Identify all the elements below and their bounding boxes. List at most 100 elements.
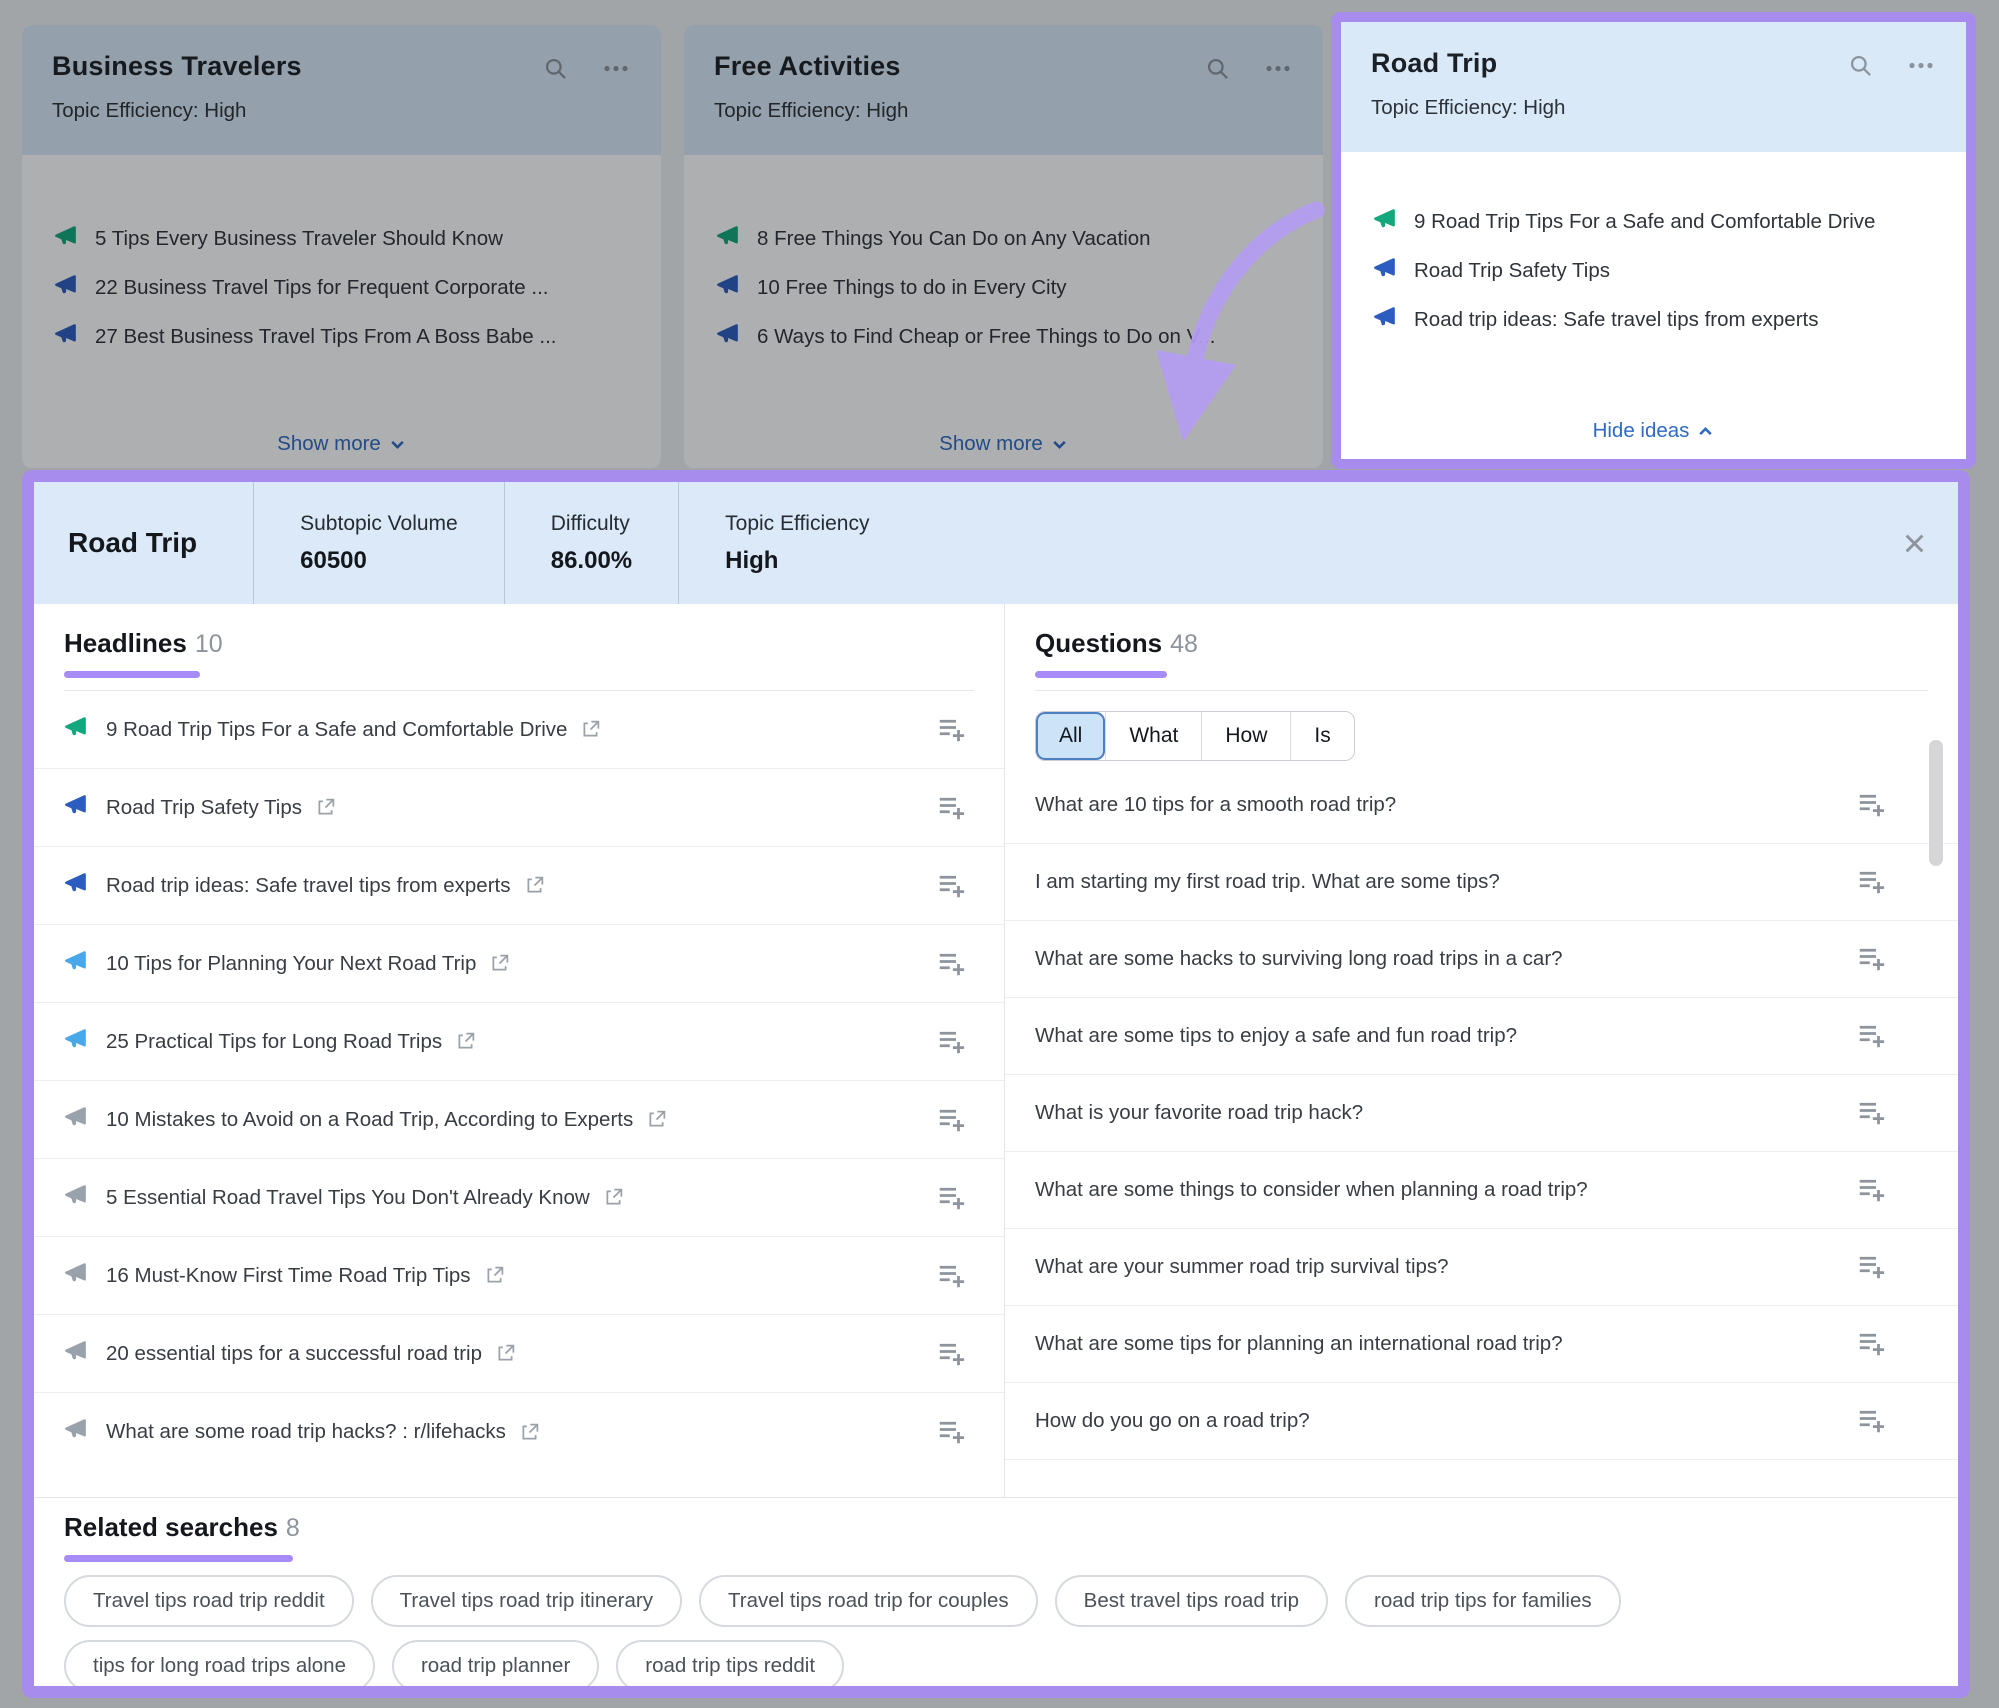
add-to-list-icon[interactable] bbox=[1856, 1329, 1886, 1359]
question-row: What are 10 tips for a smooth road trip? bbox=[1005, 767, 1958, 844]
headline-row: Road Trip Safety Tips bbox=[34, 769, 1004, 847]
headline-text: 5 Essential Road Travel Tips You Don't A… bbox=[106, 1186, 590, 1210]
filter-tab-what[interactable]: What bbox=[1105, 712, 1201, 760]
megaphone-icon bbox=[62, 1340, 88, 1366]
external-link-icon[interactable] bbox=[603, 1187, 624, 1208]
idea-item[interactable]: Road Trip Safety Tips bbox=[1371, 259, 1936, 283]
related-pill[interactable]: Best travel tips road trip bbox=[1055, 1575, 1328, 1627]
external-link-icon[interactable] bbox=[489, 953, 510, 974]
megaphone-icon bbox=[62, 1418, 88, 1444]
question-text: What are some things to consider when pl… bbox=[1035, 1178, 1588, 1202]
headline-row: 10 Mistakes to Avoid on a Road Trip, Acc… bbox=[34, 1081, 1004, 1159]
question-text: I am starting my first road trip. What a… bbox=[1035, 870, 1500, 894]
headlines-section: Headlines10 9 Road Trip Tips For a Safe … bbox=[34, 604, 1005, 1497]
add-to-list-icon[interactable] bbox=[936, 1105, 966, 1135]
external-link-icon[interactable] bbox=[455, 1031, 476, 1052]
hide-ideas-link[interactable]: Hide ideas bbox=[1341, 419, 1966, 443]
external-link-icon[interactable] bbox=[519, 1422, 540, 1443]
stat-value: 60500 bbox=[300, 547, 458, 575]
related-pill[interactable]: Travel tips road trip reddit bbox=[64, 1575, 354, 1627]
related-searches-section: Related searches8 Travel tips road trip … bbox=[34, 1497, 1958, 1684]
filter-tab-all[interactable]: All bbox=[1036, 712, 1105, 760]
add-to-list-icon[interactable] bbox=[1856, 1098, 1886, 1128]
scrollbar-thumb[interactable] bbox=[1929, 740, 1943, 866]
add-to-list-icon[interactable] bbox=[1856, 1021, 1886, 1051]
megaphone-icon bbox=[62, 1262, 88, 1288]
external-link-icon[interactable] bbox=[495, 1343, 516, 1364]
chevron-up-icon bbox=[1697, 423, 1714, 440]
filter-tab-how[interactable]: How bbox=[1201, 712, 1290, 760]
questions-title: Questions bbox=[1035, 628, 1162, 658]
stat-label: Topic Efficiency bbox=[725, 512, 869, 536]
close-icon[interactable] bbox=[1901, 530, 1928, 557]
headline-text: 10 Tips for Planning Your Next Road Trip bbox=[106, 952, 476, 976]
question-text: How do you go on a road trip? bbox=[1035, 1409, 1310, 1433]
add-to-list-icon[interactable] bbox=[936, 1261, 966, 1291]
idea-item[interactable]: 9 Road Trip Tips For a Safe and Comforta… bbox=[1371, 210, 1936, 234]
add-to-list-icon[interactable] bbox=[1856, 867, 1886, 897]
related-pill[interactable]: road trip tips reddit bbox=[616, 1640, 844, 1692]
headlines-header: Headlines10 bbox=[34, 604, 1004, 691]
related-searches-title: Related searches bbox=[64, 1512, 278, 1542]
related-pill[interactable]: tips for long road trips alone bbox=[64, 1640, 375, 1692]
search-icon[interactable] bbox=[1847, 52, 1874, 79]
question-row: What are some things to consider when pl… bbox=[1005, 1152, 1958, 1229]
megaphone-icon bbox=[62, 1106, 88, 1132]
headline-row: Road trip ideas: Safe travel tips from e… bbox=[34, 847, 1004, 925]
add-to-list-icon[interactable] bbox=[936, 793, 966, 823]
add-to-list-icon[interactable] bbox=[936, 1183, 966, 1213]
question-row: What are some hacks to surviving long ro… bbox=[1005, 921, 1958, 998]
question-row: How do you go on a road trip? bbox=[1005, 1383, 1958, 1460]
related-pill[interactable]: road trip planner bbox=[392, 1640, 599, 1692]
megaphone-icon bbox=[62, 794, 88, 820]
add-to-list-icon[interactable] bbox=[936, 1417, 966, 1447]
question-text: What are some tips to enjoy a safe and f… bbox=[1035, 1024, 1517, 1048]
add-to-list-icon[interactable] bbox=[1856, 790, 1886, 820]
external-link-icon[interactable] bbox=[646, 1109, 667, 1130]
add-to-list-icon[interactable] bbox=[936, 949, 966, 979]
topic-card-road-trip-selected: Road Trip Topic Efficiency: High 9 Road … bbox=[1331, 12, 1976, 469]
headline-text: Road trip ideas: Safe travel tips from e… bbox=[106, 874, 511, 898]
megaphone-icon bbox=[62, 1028, 88, 1054]
question-row: What is your favorite road trip hack? bbox=[1005, 1075, 1958, 1152]
question-row: I am starting my first road trip. What a… bbox=[1005, 844, 1958, 921]
add-to-list-icon[interactable] bbox=[936, 1027, 966, 1057]
filter-tab-is[interactable]: Is bbox=[1290, 712, 1353, 760]
add-to-list-icon[interactable] bbox=[1856, 1175, 1886, 1205]
external-link-icon[interactable] bbox=[524, 875, 545, 896]
external-link-icon[interactable] bbox=[315, 797, 336, 818]
question-text: What are your summer road trip survival … bbox=[1035, 1255, 1449, 1279]
headline-row: 9 Road Trip Tips For a Safe and Comforta… bbox=[34, 691, 1004, 769]
headline-row: 16 Must-Know First Time Road Trip Tips bbox=[34, 1237, 1004, 1315]
external-link-icon[interactable] bbox=[484, 1265, 505, 1286]
headlines-underline bbox=[64, 671, 200, 678]
related-pill[interactable]: road trip tips for families bbox=[1345, 1575, 1621, 1627]
stat-value: 86.00% bbox=[551, 547, 632, 575]
question-row: What are some tips to enjoy a safe and f… bbox=[1005, 998, 1958, 1075]
add-to-list-icon[interactable] bbox=[1856, 1252, 1886, 1282]
megaphone-icon bbox=[62, 1184, 88, 1210]
related-pill[interactable]: Travel tips road trip for couples bbox=[699, 1575, 1038, 1627]
add-to-list-icon[interactable] bbox=[1856, 944, 1886, 974]
add-to-list-icon[interactable] bbox=[936, 1339, 966, 1369]
headline-row: What are some road trip hacks? : r/lifeh… bbox=[34, 1393, 1004, 1471]
headline-row: 25 Practical Tips for Long Road Trips bbox=[34, 1003, 1004, 1081]
questions-underline bbox=[1035, 671, 1167, 678]
add-to-list-icon[interactable] bbox=[1856, 1406, 1886, 1436]
headline-text: 10 Mistakes to Avoid on a Road Trip, Acc… bbox=[106, 1108, 633, 1132]
external-link-icon[interactable] bbox=[580, 719, 601, 740]
add-to-list-icon[interactable] bbox=[936, 871, 966, 901]
stat-difficulty: Difficulty 86.00% bbox=[504, 482, 678, 604]
megaphone-icon bbox=[62, 716, 88, 742]
idea-item[interactable]: Road trip ideas: Safe travel tips from e… bbox=[1371, 308, 1936, 332]
related-pill[interactable]: Travel tips road trip itinerary bbox=[371, 1575, 682, 1627]
more-menu-icon[interactable] bbox=[1906, 52, 1936, 79]
questions-count: 48 bbox=[1170, 630, 1198, 658]
headlines-count: 10 bbox=[195, 630, 223, 658]
add-to-list-icon[interactable] bbox=[936, 715, 966, 745]
question-text: What are some tips for planning an inter… bbox=[1035, 1332, 1563, 1356]
megaphone-icon bbox=[62, 950, 88, 976]
headline-text: Road Trip Safety Tips bbox=[106, 796, 302, 820]
questions-section: Questions 48 All What How Is What are 10 … bbox=[1005, 604, 1958, 1497]
topic-card-header: Road Trip Topic Efficiency: High bbox=[1341, 22, 1966, 152]
